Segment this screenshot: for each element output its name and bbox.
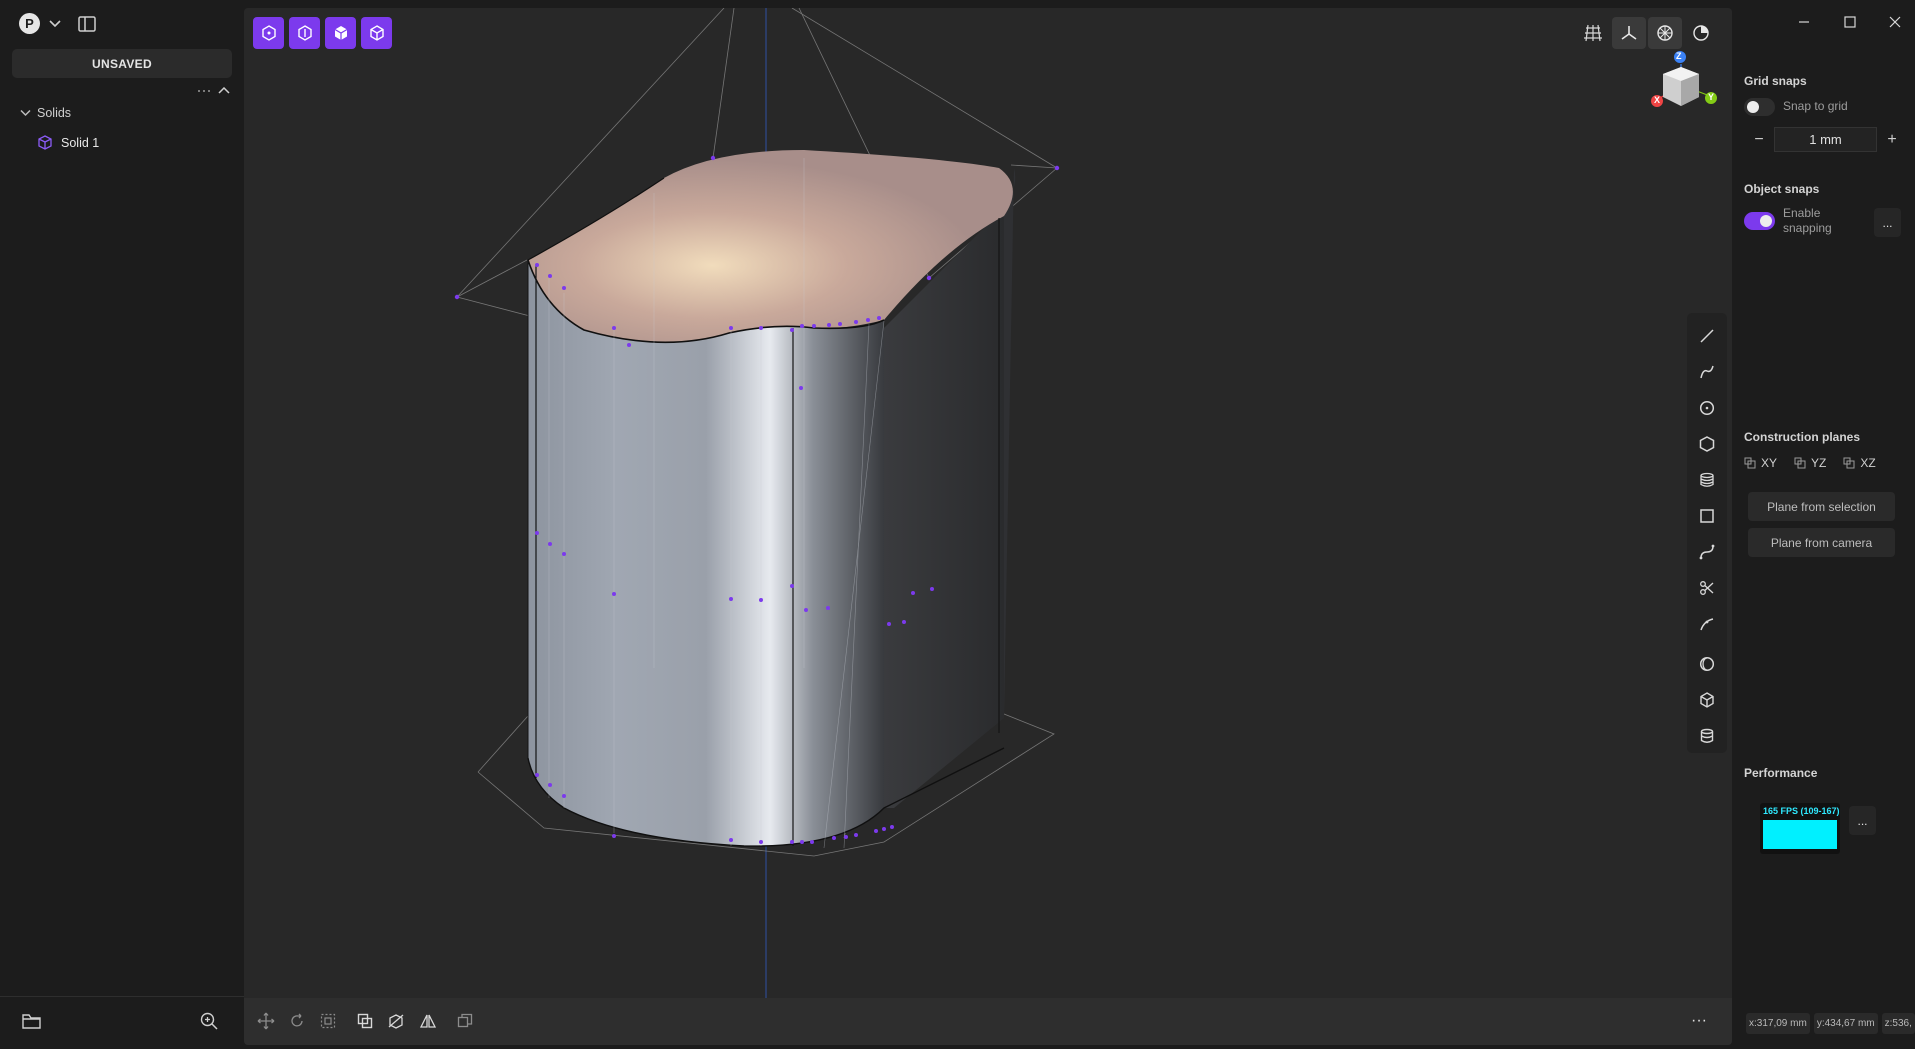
folder-icon[interactable] bbox=[20, 1010, 42, 1032]
fps-monitor: 165 FPS (109-167) bbox=[1760, 803, 1840, 854]
scissors-icon[interactable] bbox=[1687, 573, 1727, 603]
cursor-coordinates: x:317,09 mm y:434,67 mm z:536, bbox=[1746, 1013, 1915, 1034]
cube-icon[interactable] bbox=[1687, 685, 1727, 715]
plane-from-selection-button[interactable]: Plane from selection bbox=[1748, 492, 1895, 521]
enable-snapping-toggle[interactable] bbox=[1744, 212, 1775, 230]
box-select-icon[interactable] bbox=[253, 17, 284, 49]
snap-to-grid-label: Snap to grid bbox=[1783, 99, 1848, 113]
tree-section-label: Solids bbox=[37, 106, 72, 120]
plane-icon bbox=[1843, 457, 1855, 469]
object-snaps-title: Object snaps bbox=[1744, 182, 1820, 196]
toggle-sidebar-icon[interactable] bbox=[76, 13, 98, 35]
scale-icon[interactable] bbox=[313, 1007, 343, 1035]
selection-mode-toolbar bbox=[253, 17, 392, 49]
line-icon[interactable] bbox=[1687, 321, 1727, 351]
plane-axes: XY YZ XZ bbox=[1744, 456, 1876, 470]
axis-x-label: X bbox=[1654, 95, 1661, 105]
extend-icon[interactable] bbox=[1687, 609, 1727, 639]
rectangle-icon[interactable] bbox=[1687, 501, 1727, 531]
snap-to-grid-toggle[interactable] bbox=[1744, 98, 1775, 116]
tree-item-solid-1[interactable]: Solid 1 bbox=[38, 135, 99, 150]
plane-icon bbox=[1794, 457, 1806, 469]
increment-button[interactable]: + bbox=[1877, 127, 1907, 152]
shading-icon[interactable] bbox=[1684, 17, 1718, 49]
enable-snapping-label-line2: snapping bbox=[1783, 221, 1832, 235]
right-sidebar: Grid snaps Snap to grid − 1 mm + Object … bbox=[1732, 0, 1915, 1049]
boolean-icon[interactable] bbox=[350, 1007, 380, 1035]
coord-x: x:317,09 mm bbox=[1746, 1013, 1810, 1034]
plane-icon bbox=[1744, 457, 1756, 469]
performance-options-button[interactable]: ... bbox=[1849, 806, 1876, 835]
drawing-tool-rail bbox=[1687, 313, 1727, 753]
axis-y-label: Y bbox=[1708, 92, 1715, 102]
minimize-icon[interactable] bbox=[1792, 12, 1816, 32]
transform-toolbar: ··· bbox=[244, 998, 1732, 1045]
grid-snaps-title: Grid snaps bbox=[1744, 74, 1807, 88]
maximize-icon[interactable] bbox=[1838, 12, 1862, 32]
cylinder-icon[interactable] bbox=[1687, 721, 1727, 751]
move-icon[interactable] bbox=[251, 1007, 281, 1035]
fps-graph bbox=[1763, 820, 1837, 849]
snapping-options-button[interactable]: ... bbox=[1874, 208, 1901, 237]
decrement-button[interactable]: − bbox=[1744, 127, 1774, 152]
user-avatar[interactable]: P bbox=[19, 13, 40, 34]
file-status-button[interactable]: UNSAVED bbox=[12, 49, 232, 78]
construction-planes-title: Construction planes bbox=[1744, 430, 1861, 444]
axis-z-label: Z bbox=[1676, 51, 1682, 61]
plane-yz-button[interactable]: YZ bbox=[1794, 456, 1826, 470]
curve-icon[interactable] bbox=[1687, 357, 1727, 387]
shell-icon[interactable] bbox=[1687, 649, 1727, 679]
face-select-icon[interactable] bbox=[289, 17, 320, 49]
close-icon[interactable] bbox=[1883, 12, 1907, 32]
plane-xy-button[interactable]: XY bbox=[1744, 456, 1777, 470]
grid-step-stepper: − 1 mm + bbox=[1744, 127, 1907, 152]
tree-item-label: Solid 1 bbox=[61, 135, 100, 150]
left-sidebar: P UNSAVED Solids Solid 1 bbox=[0, 0, 244, 1049]
chevron-down-icon bbox=[20, 109, 31, 117]
zoom-in-icon[interactable] bbox=[198, 1010, 220, 1032]
more-tools-button[interactable]: ··· bbox=[1684, 1007, 1714, 1035]
layers-icon[interactable] bbox=[1687, 465, 1727, 495]
body-select-icon[interactable] bbox=[361, 17, 392, 49]
polygon-icon[interactable] bbox=[1687, 429, 1727, 459]
enable-snapping-label: Enable snapping bbox=[1783, 206, 1832, 236]
tree-section-solids[interactable]: Solids bbox=[20, 106, 71, 120]
spline-icon[interactable] bbox=[1687, 537, 1727, 567]
plane-from-camera-button[interactable]: Plane from camera bbox=[1748, 528, 1895, 557]
plane-xy-label: XY bbox=[1761, 456, 1778, 470]
chevron-down-icon[interactable] bbox=[46, 15, 64, 33]
collapse-icon[interactable] bbox=[216, 84, 232, 98]
mirror-icon[interactable] bbox=[413, 1007, 443, 1035]
plane-yz-label: YZ bbox=[1811, 456, 1827, 470]
circle-icon[interactable] bbox=[1687, 393, 1727, 423]
axes-icon[interactable] bbox=[1612, 17, 1646, 49]
solid-select-icon[interactable] bbox=[325, 17, 356, 49]
navigation-cube[interactable]: Z X Y bbox=[1644, 50, 1724, 120]
3d-scene[interactable] bbox=[244, 8, 1732, 1045]
more-options-icon[interactable] bbox=[196, 84, 212, 98]
duplicate-icon[interactable] bbox=[450, 1007, 480, 1035]
fps-readout: 165 FPS (109-167) bbox=[1763, 806, 1840, 816]
grid-icon[interactable] bbox=[1576, 17, 1610, 49]
coord-z: z:536, bbox=[1881, 1013, 1915, 1034]
performance-title: Performance bbox=[1744, 766, 1818, 780]
grid-step-input[interactable]: 1 mm bbox=[1774, 127, 1877, 152]
enable-snapping-label-line1: Enable bbox=[1783, 206, 1821, 220]
cut-icon[interactable] bbox=[381, 1007, 411, 1035]
solid-icon bbox=[38, 135, 52, 150]
plane-xz-button[interactable]: XZ bbox=[1843, 456, 1876, 470]
wireframe-icon[interactable] bbox=[1648, 17, 1682, 49]
view-toggles bbox=[1576, 17, 1718, 49]
3d-viewport[interactable]: Z X Y ··· bbox=[244, 8, 1732, 1045]
plane-xz-label: XZ bbox=[1860, 456, 1876, 470]
coord-y: y:434,67 mm bbox=[1813, 1013, 1878, 1034]
left-footer bbox=[0, 996, 244, 1049]
rotate-icon[interactable] bbox=[282, 1007, 312, 1035]
